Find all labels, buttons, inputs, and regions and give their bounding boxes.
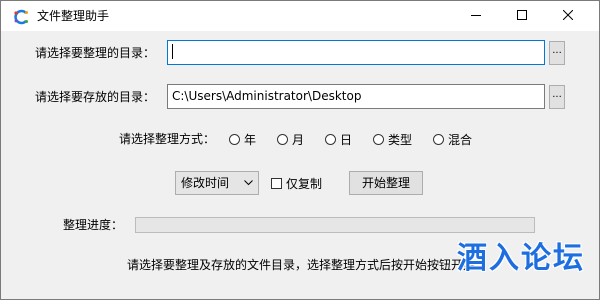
progress-bar xyxy=(135,217,535,233)
app-colorful-c-icon xyxy=(13,9,29,25)
radio-year[interactable]: 年 xyxy=(229,131,256,147)
close-icon xyxy=(562,9,574,23)
copy-only-checkbox[interactable]: 仅复制 xyxy=(271,175,322,191)
mode-label: 请选择整理方式： xyxy=(119,132,216,146)
radio-day[interactable]: 日 xyxy=(325,131,352,147)
radio-month[interactable]: 月 xyxy=(277,131,304,147)
radio-circle-icon xyxy=(325,133,336,145)
source-dir-input[interactable] xyxy=(167,40,545,65)
dest-browse-button[interactable]: ... xyxy=(549,85,565,109)
progress-label: 整理进度： xyxy=(63,218,124,232)
source-dir-label: 请选择要整理的目录： xyxy=(35,46,156,60)
radio-type[interactable]: 类型 xyxy=(373,131,412,147)
maximize-icon xyxy=(517,9,527,23)
app-window: 文件整理助手 请选择要整理的目录： ... 请选择要存放的目录： C:\User… xyxy=(0,0,600,300)
radio-circle-icon xyxy=(433,133,444,145)
chevron-down-icon xyxy=(242,172,254,194)
radio-circle-icon xyxy=(373,133,384,145)
radio-circle-icon xyxy=(229,133,240,145)
status-text: 请选择要整理及存放的文件目录，选择整理方式后按开始按钮开始 xyxy=(127,258,476,272)
forum-watermark: 酒入论坛 xyxy=(457,241,585,276)
window-title: 文件整理助手 xyxy=(37,9,110,23)
close-button[interactable] xyxy=(545,1,591,31)
start-button[interactable]: 开始整理 xyxy=(349,171,423,195)
maximize-button[interactable] xyxy=(499,1,545,31)
dest-dir-label: 请选择要存放的目录： xyxy=(35,90,156,104)
dest-dir-input[interactable]: C:\Users\Administrator\Desktop xyxy=(167,84,545,109)
minimize-button[interactable] xyxy=(453,1,499,31)
sort-field-select[interactable]: 修改时间 xyxy=(175,171,259,195)
radio-mixed[interactable]: 混合 xyxy=(433,131,472,147)
mode-radio-group: 年 月 日 类型 混合 xyxy=(229,131,489,147)
text-caret xyxy=(172,44,173,59)
checkbox-square-icon xyxy=(271,177,282,189)
minimize-icon xyxy=(471,9,481,23)
source-browse-button[interactable]: ... xyxy=(549,41,565,65)
radio-circle-icon xyxy=(277,133,288,145)
title-bar[interactable]: 文件整理助手 xyxy=(1,1,599,31)
